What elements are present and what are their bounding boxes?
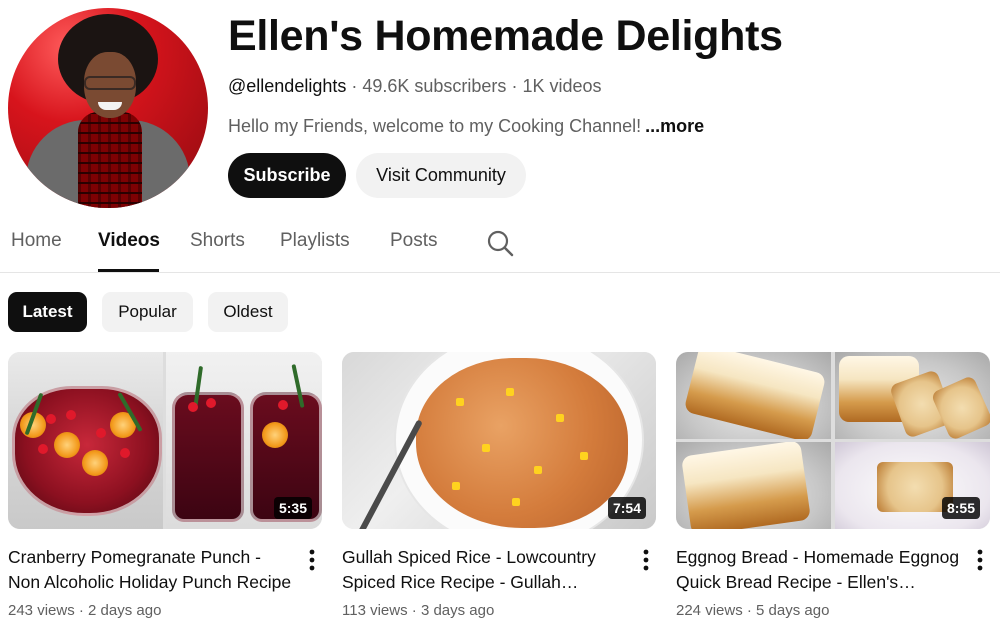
orange-slice — [82, 450, 108, 476]
corn-kernel — [512, 498, 520, 506]
video-thumbnail[interactable]: 7:54 — [342, 352, 656, 529]
cranberry — [38, 444, 48, 454]
video-metadata: 224 views · 5 days ago — [676, 602, 829, 619]
description-more-link[interactable]: ...more — [645, 116, 704, 136]
corn-kernel — [556, 414, 564, 422]
view-count: 113 views — [342, 602, 408, 619]
video-metadata: 243 views · 2 days ago — [8, 602, 161, 619]
video-duration: 7:54 — [607, 497, 646, 519]
view-count: 224 views — [676, 602, 743, 619]
cranberry — [46, 414, 56, 424]
meta-dot: · — [407, 602, 421, 619]
corn-kernel — [482, 444, 490, 452]
video-title[interactable]: Cranberry Pomegranate Punch - Non Alcoho… — [8, 545, 293, 595]
orange-slice — [54, 432, 80, 458]
corn-kernel — [580, 452, 588, 460]
more-vertical-icon[interactable] — [638, 548, 654, 572]
chip-oldest[interactable]: Oldest — [208, 292, 288, 332]
video-title[interactable]: Eggnog Bread - Homemade Eggnog Quick Bre… — [676, 545, 961, 595]
video-duration: 8:55 — [941, 497, 980, 519]
cranberry — [188, 402, 198, 412]
video-thumbnail[interactable]: 5:35 — [8, 352, 322, 529]
corn-kernel — [456, 398, 464, 406]
cranberry — [120, 448, 130, 458]
video-card: 7:54 Gullah Spiced Rice - Lowcountry Spi… — [342, 352, 656, 619]
upload-age: 3 days ago — [420, 602, 495, 619]
video-count: 1K videos — [522, 76, 602, 96]
video-title[interactable]: Gullah Spiced Rice - Lowcountry Spiced R… — [342, 545, 627, 595]
video-card: 5:35 Cranberry Pomegranate Punch - Non A… — [8, 352, 322, 619]
subscriber-count: 49.6K subscribers — [362, 76, 507, 96]
active-tab-indicator — [98, 269, 159, 272]
cranberry — [66, 410, 76, 420]
meta-separator-2: · — [506, 76, 523, 96]
meta-dot: · — [74, 602, 89, 619]
tab-shorts[interactable]: Shorts — [190, 230, 245, 252]
visit-community-button[interactable]: Visit Community — [356, 153, 526, 198]
chip-popular[interactable]: Popular — [102, 292, 193, 332]
chip-latest[interactable]: Latest — [8, 292, 87, 332]
glazed-loaf — [681, 442, 811, 529]
channel-handle[interactable]: @ellendelights — [228, 76, 346, 96]
thumb-bread-photo-2 — [835, 352, 990, 439]
cranberry — [96, 428, 106, 438]
corn-kernel — [506, 388, 514, 396]
channel-description[interactable]: Hello my Friends, welcome to my Cooking … — [228, 116, 704, 137]
tab-home[interactable]: Home — [11, 230, 62, 252]
channel-tabs: Home Videos Shorts Playlists Posts — [0, 210, 1000, 273]
more-vertical-icon[interactable] — [304, 548, 320, 572]
subscribe-button[interactable]: Subscribe — [228, 153, 346, 198]
description-text: Hello my Friends, welcome to my Cooking … — [228, 116, 642, 136]
thumb-punch-bowl-photo — [8, 352, 163, 529]
avatar-scarf-pattern — [78, 112, 142, 208]
tab-playlists[interactable]: Playlists — [280, 230, 350, 252]
meta-dot: · — [742, 602, 757, 619]
cranberry — [278, 400, 288, 410]
punch-jar — [172, 392, 244, 522]
search-icon[interactable] — [486, 229, 514, 257]
meta-separator: · — [346, 76, 363, 96]
video-metadata: 113 views · 3 days ago — [342, 602, 494, 619]
orange-slice — [262, 422, 288, 448]
tab-posts[interactable]: Posts — [390, 230, 438, 252]
view-count: 243 views — [8, 602, 75, 619]
video-duration: 5:35 — [273, 497, 312, 519]
video-card: 8:55 Eggnog Bread - Homemade Eggnog Quic… — [676, 352, 990, 619]
corn-kernel — [534, 466, 542, 474]
thumb-bread-photo-3 — [676, 442, 831, 529]
more-vertical-icon[interactable] — [972, 548, 988, 572]
upload-age: 5 days ago — [756, 602, 830, 619]
spiced-rice — [416, 358, 628, 528]
corn-kernel — [452, 482, 460, 490]
tab-videos[interactable]: Videos — [98, 230, 160, 252]
channel-meta: @ellendelights · 49.6K subscribers · 1K … — [228, 76, 602, 97]
channel-title: Ellen's Homemade Delights — [228, 12, 783, 60]
channel-avatar[interactable] — [8, 8, 208, 208]
cranberry — [206, 398, 216, 408]
thumb-bread-photo-1 — [676, 352, 831, 439]
upload-age: 2 days ago — [88, 602, 162, 619]
avatar-glasses — [84, 76, 136, 90]
video-thumbnail[interactable]: 8:55 — [676, 352, 990, 529]
